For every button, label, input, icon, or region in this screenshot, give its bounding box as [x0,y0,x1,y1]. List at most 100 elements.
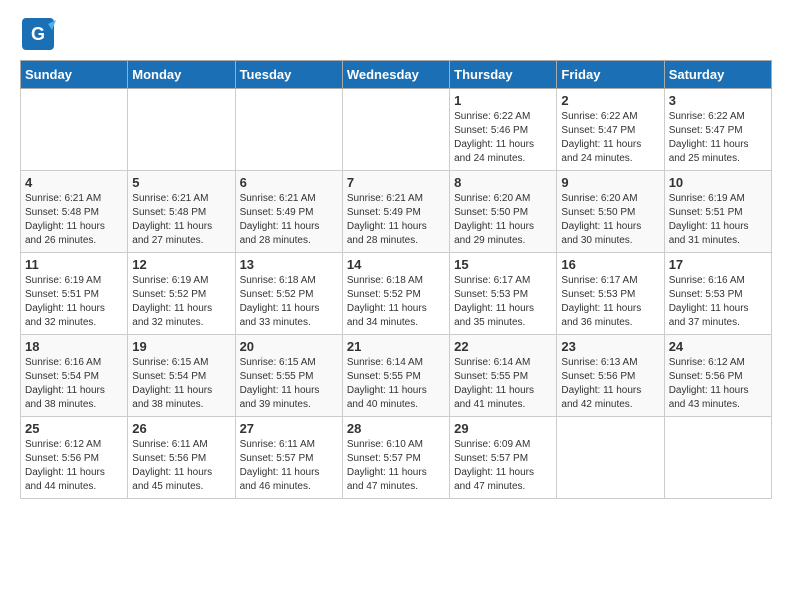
day-number: 13 [240,257,338,272]
day-info: Sunrise: 6:22 AM Sunset: 5:47 PM Dayligh… [669,110,767,166]
week-row-5: 25 Sunrise: 6:12 AM Sunset: 5:56 PM Dayli… [21,417,772,499]
day-number: 19 [132,339,230,354]
day-info: Sunrise: 6:12 AM Sunset: 5:56 PM Dayligh… [25,438,123,494]
day-cell: 21 Sunrise: 6:14 AM Sunset: 5:55 PM Dayli… [342,335,449,417]
day-cell: 28 Sunrise: 6:10 AM Sunset: 5:57 PM Dayli… [342,417,449,499]
day-number: 10 [669,175,767,190]
day-number: 20 [240,339,338,354]
day-info: Sunrise: 6:15 AM Sunset: 5:55 PM Dayligh… [240,356,338,412]
day-number: 25 [25,421,123,436]
day-cell: 9Sunrise: 6:20 AM Sunset: 5:50 PM Daylig… [557,171,664,253]
day-cell: 23Sunrise: 6:13 AM Sunset: 5:56 PM Dayli… [557,335,664,417]
day-cell: 22 Sunrise: 6:14 AM Sunset: 5:55 PM Dayli… [450,335,557,417]
day-cell [128,89,235,171]
day-number: 24 [669,339,767,354]
day-cell [664,417,771,499]
day-cell: 8 Sunrise: 6:20 AM Sunset: 5:50 PM Daylig… [450,171,557,253]
day-number: 15 [454,257,552,272]
week-row-4: 18Sunrise: 6:16 AM Sunset: 5:54 PM Dayli… [21,335,772,417]
weekday-friday: Friday [557,61,664,89]
day-number: 7 [347,175,445,190]
day-number: 3 [669,93,767,108]
day-cell [342,89,449,171]
svg-text:G: G [31,24,45,44]
day-cell: 14 Sunrise: 6:18 AM Sunset: 5:52 PM Dayli… [342,253,449,335]
day-info: Sunrise: 6:11 AM Sunset: 5:56 PM Dayligh… [132,438,230,494]
day-number: 11 [25,257,123,272]
day-info: Sunrise: 6:19 AM Sunset: 5:52 PM Dayligh… [132,274,230,330]
day-info: Sunrise: 6:16 AM Sunset: 5:53 PM Dayligh… [669,274,767,330]
day-info: Sunrise: 6:21 AM Sunset: 5:48 PM Dayligh… [132,192,230,248]
day-info: Sunrise: 6:17 AM Sunset: 5:53 PM Dayligh… [561,274,659,330]
day-number: 29 [454,421,552,436]
weekday-monday: Monday [128,61,235,89]
logo-icon: G [20,16,56,52]
day-cell: 29 Sunrise: 6:09 AM Sunset: 5:57 PM Dayli… [450,417,557,499]
day-cell [557,417,664,499]
day-cell: 15 Sunrise: 6:17 AM Sunset: 5:53 PM Dayli… [450,253,557,335]
week-row-2: 4 Sunrise: 6:21 AM Sunset: 5:48 PM Daylig… [21,171,772,253]
day-cell: 3 Sunrise: 6:22 AM Sunset: 5:47 PM Daylig… [664,89,771,171]
day-cell: 12 Sunrise: 6:19 AM Sunset: 5:52 PM Dayli… [128,253,235,335]
day-cell: 16 Sunrise: 6:17 AM Sunset: 5:53 PM Dayli… [557,253,664,335]
day-info: Sunrise: 6:17 AM Sunset: 5:53 PM Dayligh… [454,274,552,330]
day-cell [235,89,342,171]
day-cell: 24 Sunrise: 6:12 AM Sunset: 5:56 PM Dayli… [664,335,771,417]
weekday-wednesday: Wednesday [342,61,449,89]
day-info: Sunrise: 6:18 AM Sunset: 5:52 PM Dayligh… [347,274,445,330]
day-number: 6 [240,175,338,190]
day-number: 5 [132,175,230,190]
day-number: 28 [347,421,445,436]
day-cell: 26 Sunrise: 6:11 AM Sunset: 5:56 PM Dayli… [128,417,235,499]
day-info: Sunrise: 6:14 AM Sunset: 5:55 PM Dayligh… [347,356,445,412]
day-cell: 20 Sunrise: 6:15 AM Sunset: 5:55 PM Dayli… [235,335,342,417]
weekday-tuesday: Tuesday [235,61,342,89]
day-info: Sunrise: 6:19 AM Sunset: 5:51 PM Dayligh… [669,192,767,248]
day-info: Sunrise: 6:09 AM Sunset: 5:57 PM Dayligh… [454,438,552,494]
day-info: Sunrise: 6:16 AM Sunset: 5:54 PM Dayligh… [25,356,123,412]
day-number: 26 [132,421,230,436]
day-info: Sunrise: 6:22 AM Sunset: 5:47 PM Dayligh… [561,110,659,166]
day-info: Sunrise: 6:10 AM Sunset: 5:57 PM Dayligh… [347,438,445,494]
day-cell: 4 Sunrise: 6:21 AM Sunset: 5:48 PM Daylig… [21,171,128,253]
day-info: Sunrise: 6:14 AM Sunset: 5:55 PM Dayligh… [454,356,552,412]
day-info: Sunrise: 6:18 AM Sunset: 5:52 PM Dayligh… [240,274,338,330]
day-cell: 25 Sunrise: 6:12 AM Sunset: 5:56 PM Dayli… [21,417,128,499]
day-number: 12 [132,257,230,272]
day-cell: 5 Sunrise: 6:21 AM Sunset: 5:48 PM Daylig… [128,171,235,253]
day-info: Sunrise: 6:21 AM Sunset: 5:48 PM Dayligh… [25,192,123,248]
day-cell: 17 Sunrise: 6:16 AM Sunset: 5:53 PM Dayli… [664,253,771,335]
calendar-body: 1 Sunrise: 6:22 AM Sunset: 5:46 PM Daylig… [21,89,772,499]
weekday-header-row: SundayMondayTuesdayWednesdayThursdayFrid… [21,61,772,89]
day-number: 1 [454,93,552,108]
day-cell: 7 Sunrise: 6:21 AM Sunset: 5:49 PM Daylig… [342,171,449,253]
day-cell: 13 Sunrise: 6:18 AM Sunset: 5:52 PM Dayli… [235,253,342,335]
logo: G [20,16,60,52]
week-row-1: 1 Sunrise: 6:22 AM Sunset: 5:46 PM Daylig… [21,89,772,171]
day-info: Sunrise: 6:20 AM Sunset: 5:50 PM Dayligh… [454,192,552,248]
day-number: 8 [454,175,552,190]
header: G [20,16,772,52]
day-number: 27 [240,421,338,436]
day-cell: 11 Sunrise: 6:19 AM Sunset: 5:51 PM Dayli… [21,253,128,335]
weekday-saturday: Saturday [664,61,771,89]
weekday-thursday: Thursday [450,61,557,89]
day-number: 16 [561,257,659,272]
day-number: 21 [347,339,445,354]
day-info: Sunrise: 6:12 AM Sunset: 5:56 PM Dayligh… [669,356,767,412]
calendar-table: SundayMondayTuesdayWednesdayThursdayFrid… [20,60,772,499]
day-cell [21,89,128,171]
day-cell: 18Sunrise: 6:16 AM Sunset: 5:54 PM Dayli… [21,335,128,417]
day-cell: 19Sunrise: 6:15 AM Sunset: 5:54 PM Dayli… [128,335,235,417]
day-number: 14 [347,257,445,272]
day-cell: 10 Sunrise: 6:19 AM Sunset: 5:51 PM Dayli… [664,171,771,253]
day-info: Sunrise: 6:13 AM Sunset: 5:56 PM Dayligh… [561,356,659,412]
day-number: 22 [454,339,552,354]
day-info: Sunrise: 6:11 AM Sunset: 5:57 PM Dayligh… [240,438,338,494]
day-info: Sunrise: 6:21 AM Sunset: 5:49 PM Dayligh… [347,192,445,248]
day-number: 2 [561,93,659,108]
day-number: 17 [669,257,767,272]
day-info: Sunrise: 6:22 AM Sunset: 5:46 PM Dayligh… [454,110,552,166]
day-info: Sunrise: 6:19 AM Sunset: 5:51 PM Dayligh… [25,274,123,330]
day-number: 4 [25,175,123,190]
